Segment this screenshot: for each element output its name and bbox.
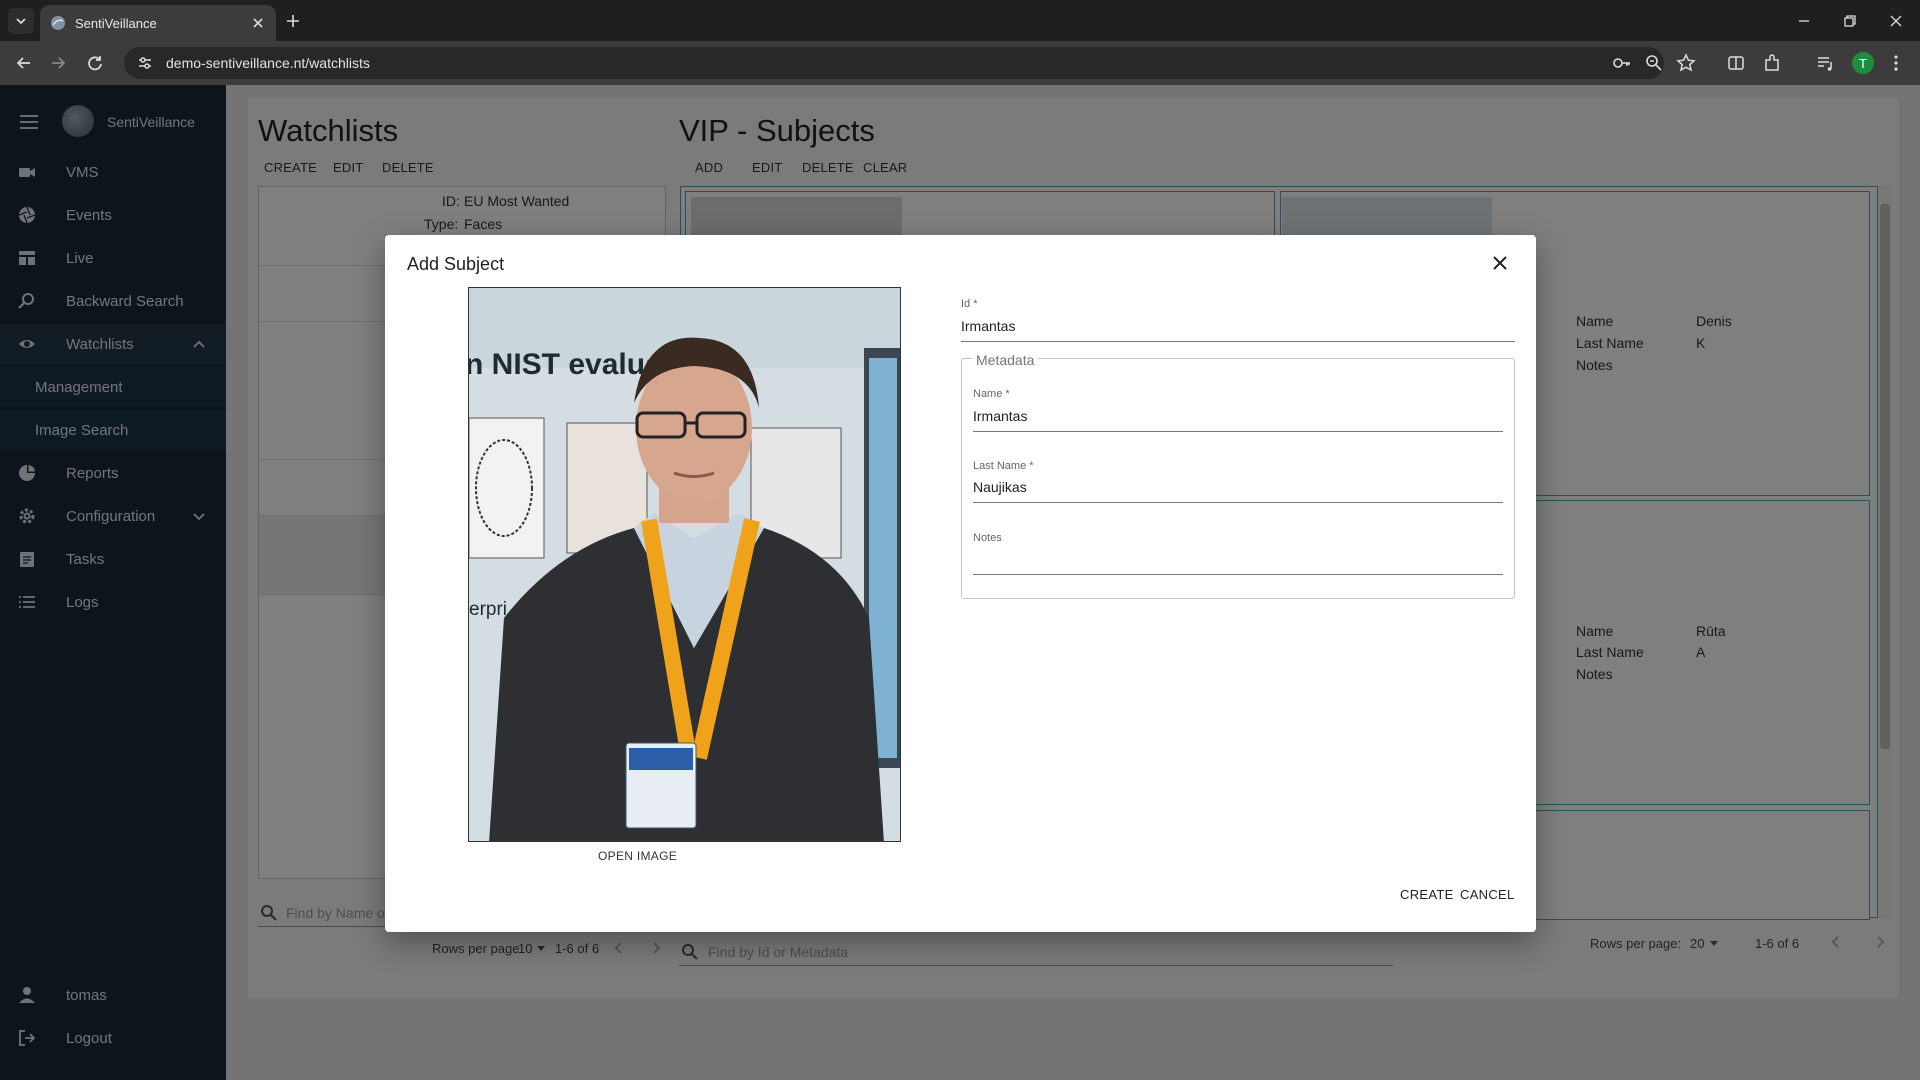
reload-icon[interactable] — [84, 52, 106, 74]
minimize-icon[interactable] — [1793, 10, 1815, 32]
tab-search-icon[interactable] — [8, 8, 34, 34]
lastname-field-label: Last Name * — [973, 460, 1034, 472]
star-icon[interactable] — [1675, 52, 1697, 74]
notes-field-label: Notes — [973, 532, 1002, 544]
browser-tab[interactable]: SentiVeillance — [40, 5, 276, 41]
tab-title: SentiVeillance — [75, 15, 157, 31]
dialog-title: Add Subject — [407, 254, 505, 274]
id-field[interactable]: Irmantas — [961, 318, 1015, 334]
media-icon[interactable] — [1814, 52, 1836, 74]
address-bar[interactable]: demo-sentiveillance.nt/watchlists — [124, 47, 1664, 79]
menu-dots-icon[interactable] — [1885, 52, 1907, 74]
close-icon[interactable] — [1489, 252, 1511, 274]
create-button[interactable]: CREATE — [1400, 887, 1454, 902]
cancel-button[interactable]: CANCEL — [1460, 887, 1515, 902]
lastname-field[interactable]: Naujikas — [973, 479, 1027, 495]
plus-icon[interactable] — [283, 11, 303, 31]
notes-field-underline — [973, 574, 1503, 575]
extensions-icon[interactable] — [1761, 52, 1783, 74]
name-field[interactable]: Irmantas — [973, 408, 1027, 424]
browser-tab-strip: SentiVeillance — [0, 0, 1920, 41]
zoom-icon[interactable] — [1643, 52, 1665, 74]
open-image-button[interactable]: OPEN IMAGE — [598, 849, 677, 863]
browser-toolbar: demo-sentiveillance.nt/watchlists T — [0, 41, 1920, 85]
person-photo: n NIST evaluati erpri — [469, 288, 900, 841]
close-window-icon[interactable] — [1885, 10, 1907, 32]
id-field-underline — [961, 341, 1515, 342]
close-icon[interactable] — [250, 15, 266, 31]
restore-icon[interactable] — [1839, 10, 1861, 32]
id-field-label: Id * — [961, 298, 978, 310]
forward-icon[interactable] — [47, 52, 69, 74]
name-field-underline — [973, 431, 1503, 432]
lastname-field-underline — [973, 502, 1503, 503]
reading-mode-icon[interactable] — [1725, 52, 1747, 74]
metadata-legend: Metadata — [972, 352, 1039, 368]
back-icon[interactable] — [13, 52, 35, 74]
site-info-icon[interactable] — [136, 54, 154, 72]
profile-avatar[interactable]: T — [1852, 52, 1874, 74]
subject-photo-preview: n NIST evaluati erpri — [468, 287, 901, 842]
site-favicon-icon — [51, 16, 65, 30]
add-subject-dialog: Add Subject n NIST evaluati erpri OPEN I… — [385, 235, 1536, 932]
notes-field[interactable] — [973, 551, 1503, 571]
poster-text: erpri — [469, 599, 507, 620]
name-field-label: Name * — [973, 388, 1010, 400]
url-text: demo-sentiveillance.nt/watchlists — [166, 55, 370, 71]
key-icon[interactable] — [1611, 52, 1633, 74]
